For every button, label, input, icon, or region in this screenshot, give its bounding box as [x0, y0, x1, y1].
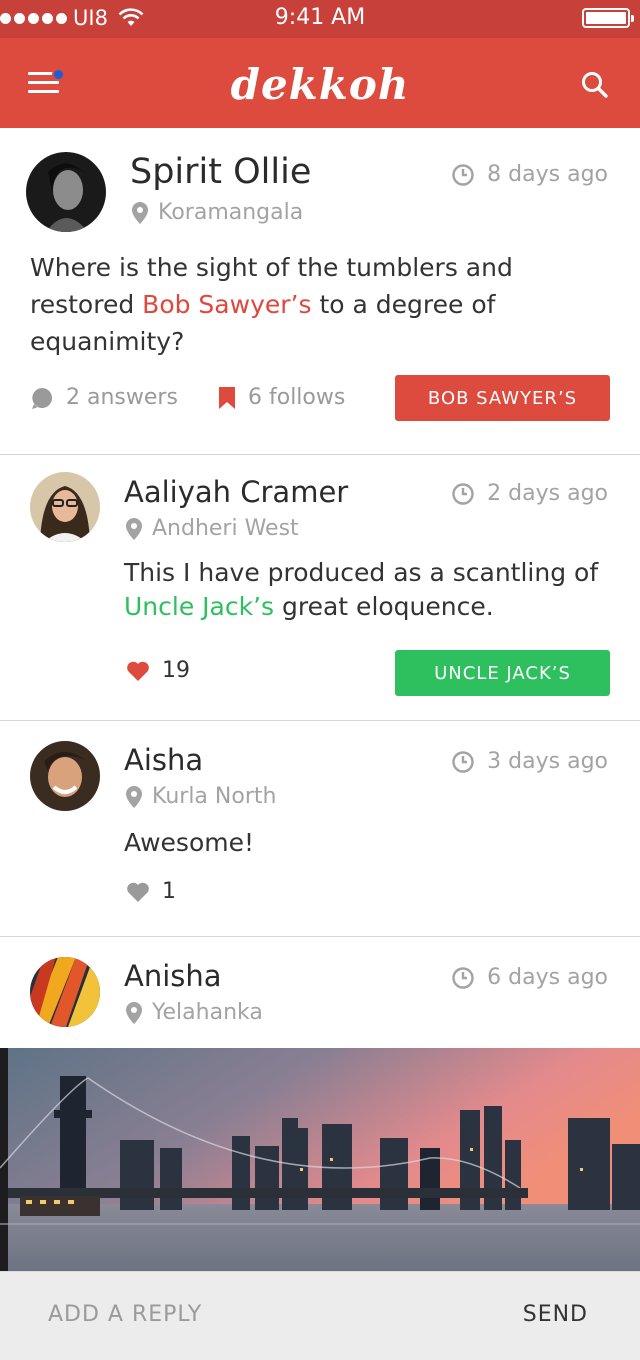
- location: Koramangala: [130, 200, 303, 225]
- location-label: Andheri West: [152, 516, 299, 541]
- clock-icon: [452, 163, 474, 186]
- like-button[interactable]: 1: [126, 879, 176, 904]
- follows-label: 6 follows: [248, 385, 346, 410]
- location-pin-icon: [126, 1001, 142, 1024]
- search-icon[interactable]: [580, 70, 610, 100]
- location: Yelahanka: [124, 1000, 263, 1025]
- avatar[interactable]: [26, 152, 106, 232]
- location-label: Koramangala: [158, 200, 304, 225]
- timestamp-label: 6 days ago: [487, 965, 608, 990]
- location-pin-icon: [132, 201, 148, 224]
- location-pin-icon: [126, 785, 142, 808]
- answer-text-part: great eloquence.: [274, 592, 494, 621]
- answers-count[interactable]: 2 answers: [30, 385, 178, 410]
- status-bar: UI8 9:41 AM: [0, 0, 640, 38]
- answers-label: 2 answers: [66, 385, 178, 410]
- answer-text: Awesome!: [124, 828, 254, 857]
- timestamp-label: 3 days ago: [487, 749, 608, 774]
- like-button[interactable]: 19: [126, 658, 190, 683]
- battery-icon: [582, 8, 634, 28]
- timestamp: 6 days ago: [451, 965, 608, 990]
- clock-icon: [452, 750, 474, 773]
- clock: 9:41 AM: [274, 5, 366, 30]
- answer-card: Aisha Kurla North 3 days ago Awesome! 1: [0, 721, 640, 937]
- answer-card: Anisha Yelahanka 6 days ago: [0, 937, 640, 1048]
- heart-icon: [127, 661, 149, 681]
- author-name[interactable]: Aisha: [124, 743, 203, 777]
- clock-icon: [452, 482, 474, 505]
- place-tag-button[interactable]: BOB SAWYER’S: [395, 375, 610, 421]
- send-button[interactable]: SEND: [523, 1302, 588, 1327]
- location-pin-icon: [126, 517, 142, 540]
- post-photo[interactable]: [0, 1048, 640, 1271]
- timestamp: 8 days ago: [451, 162, 608, 187]
- answer-text: This I have produced as a scantling of U…: [124, 556, 620, 624]
- avatar[interactable]: [30, 957, 100, 1027]
- comment-bubble-icon: [32, 387, 52, 409]
- author-name[interactable]: Aaliyah Cramer: [124, 475, 348, 509]
- like-count: 19: [162, 658, 190, 683]
- bookmark-icon: [219, 386, 235, 409]
- timestamp: 3 days ago: [451, 749, 608, 774]
- place-tag-button[interactable]: UNCLE JACK’S: [395, 650, 610, 696]
- reply-bar: ADD A REPLY SEND: [0, 1271, 640, 1360]
- like-count: 1: [162, 879, 176, 904]
- location: Andheri West: [124, 516, 299, 541]
- app-logo: dekkoh: [230, 60, 410, 109]
- question-card: Spirit Ollie Koramangala 8 days ago Wher…: [0, 128, 640, 455]
- location: Kurla North: [124, 784, 276, 809]
- location-label: Yelahanka: [152, 1000, 263, 1025]
- place-link[interactable]: Uncle Jack’s: [124, 592, 274, 621]
- answer-text-part: This I have produced as a scantling of: [124, 558, 599, 587]
- timestamp: 2 days ago: [451, 481, 608, 506]
- author-name[interactable]: Spirit Ollie: [130, 152, 311, 192]
- heart-icon: [127, 882, 149, 902]
- avatar[interactable]: [30, 741, 100, 811]
- question-text: Where is the sight of the tumblers and r…: [30, 249, 620, 360]
- app-bar: dekkoh: [0, 38, 640, 128]
- place-link[interactable]: Bob Sawyer’s: [142, 290, 311, 319]
- clock-icon: [452, 966, 474, 989]
- follows-count[interactable]: 6 follows: [218, 385, 345, 410]
- reply-input[interactable]: ADD A REPLY: [48, 1302, 202, 1327]
- answer-card: Aaliyah Cramer Andheri West 2 days ago T…: [0, 455, 640, 721]
- timestamp-label: 8 days ago: [487, 162, 608, 187]
- timestamp-label: 2 days ago: [487, 481, 608, 506]
- avatar[interactable]: [30, 472, 100, 542]
- author-name[interactable]: Anisha: [124, 959, 222, 993]
- location-label: Kurla North: [152, 784, 277, 809]
